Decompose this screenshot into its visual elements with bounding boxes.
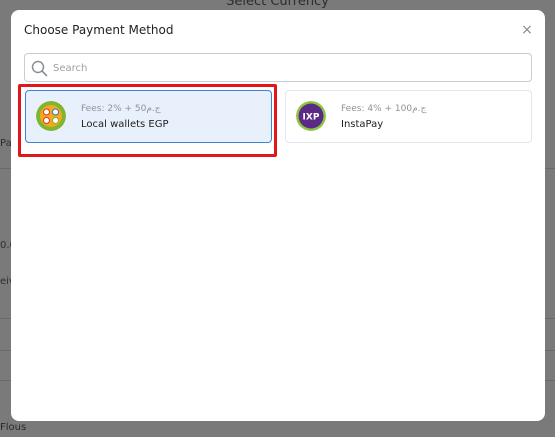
close-button[interactable]: × bbox=[519, 22, 535, 38]
close-icon[interactable]: × bbox=[521, 22, 533, 38]
svg-text:IXP: IXP bbox=[303, 113, 320, 123]
search-input[interactable] bbox=[53, 58, 523, 78]
modal-title: Choose Payment Method bbox=[24, 23, 174, 37]
instapay-logo-icon: IXP bbox=[296, 101, 326, 131]
background-text-fragment: Pa bbox=[0, 138, 12, 149]
method-fees: Fees: 2% + 50ج.م bbox=[81, 104, 161, 114]
method-name: InstaPay bbox=[341, 119, 384, 130]
search-box[interactable] bbox=[24, 53, 532, 82]
local-wallets-logo-icon bbox=[36, 101, 66, 131]
payment-method-modal: Choose Payment Method × Fees: 2% + 50ج.م… bbox=[11, 10, 545, 421]
search-icon bbox=[31, 60, 48, 77]
background-title: Select Currency bbox=[226, 0, 329, 9]
method-name: Local wallets EGP bbox=[81, 119, 169, 130]
payment-method-local-wallets[interactable]: Fees: 2% + 50ج.م Local wallets EGP bbox=[25, 90, 272, 143]
method-fees: Fees: 4% + 100ج.م bbox=[341, 104, 427, 114]
payment-method-instapay[interactable]: IXP Fees: 4% + 100ج.م InstaPay bbox=[285, 90, 532, 143]
background-footer-text: Flous bbox=[0, 422, 27, 433]
